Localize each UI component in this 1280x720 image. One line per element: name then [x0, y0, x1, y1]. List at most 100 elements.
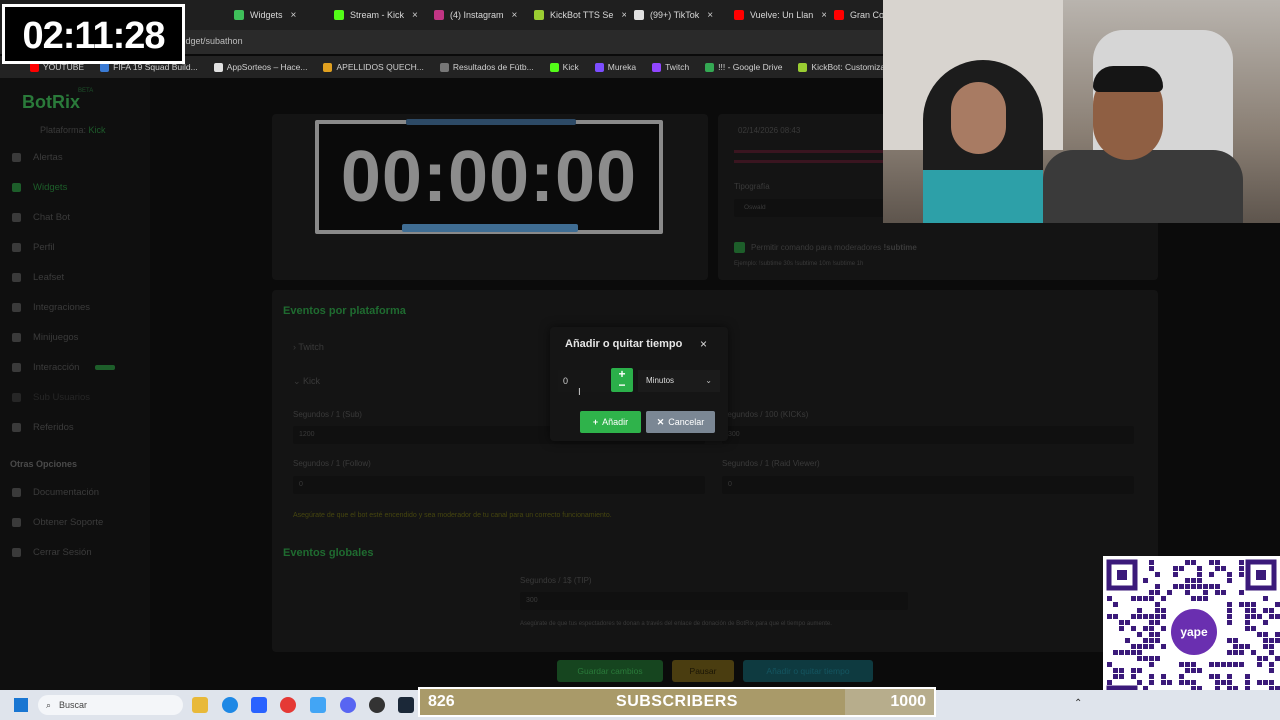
windows-start-icon[interactable] [14, 698, 28, 712]
field-raid-input[interactable]: 0 [722, 476, 1134, 494]
taskbar-search[interactable]: ⌕ Buscar [38, 695, 183, 715]
qr-module [1227, 638, 1232, 643]
browser-tab[interactable]: Widgets × [226, 0, 326, 30]
qr-module [1179, 680, 1184, 685]
bookmark-item[interactable]: Twitch [652, 62, 689, 72]
sidebar-item-label: Referidos [33, 422, 74, 433]
bookmark-item[interactable]: KickBot: Customiza... [798, 62, 892, 72]
browser-tab[interactable]: (99+) TikTok × [626, 0, 726, 30]
sidebar-item-soporte[interactable]: Obtener Soporte [12, 517, 103, 528]
kick-accordion[interactable]: ⌄ Kick [293, 376, 320, 387]
minus-icon[interactable]: − [611, 379, 633, 391]
field-sub-label: Segundos / 1 (Sub) [293, 410, 362, 419]
sidebar-item-integraciones[interactable]: Integraciones [12, 302, 90, 313]
time-unit-select[interactable]: Minutos ⌄ [638, 370, 720, 392]
qr-module [1119, 674, 1124, 679]
sidebar-item-alertas[interactable]: Alertas [12, 152, 63, 163]
qr-module [1209, 584, 1214, 589]
gamepad-icon [12, 333, 21, 342]
sidebar-item-cerrar-sesion[interactable]: Cerrar Sesión [12, 547, 92, 558]
subscriber-goal-bar: 826 SUBSCRIBERS 1000 [418, 687, 936, 717]
close-icon[interactable]: × [512, 10, 518, 21]
bookmark-item[interactable]: AppSorteos – Hace... [213, 62, 308, 72]
qr-module [1221, 566, 1226, 571]
tab-favicon-icon [734, 10, 744, 20]
cancel-button[interactable]: ✕ Cancelar [646, 411, 715, 433]
edge-icon[interactable] [222, 697, 238, 713]
font-select[interactable]: Oswald [734, 199, 884, 217]
field-kicks-label: Segundos / 100 (KICKs) [722, 410, 809, 419]
qr-module [1209, 572, 1214, 577]
sidebar-item-widgets[interactable]: Widgets [12, 182, 67, 193]
browser-tab[interactable]: (4) Instagram × [426, 0, 526, 30]
sidebar-item-chatbot[interactable]: Chat Bot [12, 212, 70, 223]
folder-icon[interactable] [192, 697, 208, 713]
bookmark-item[interactable]: APELLIDOS QUECH... [323, 62, 424, 72]
close-icon[interactable]: × [412, 10, 418, 21]
sidebar-item-subusuarios[interactable]: Sub Usuarios [12, 392, 90, 403]
timer-preview-text: 00:00:00 [340, 137, 638, 217]
platform-events-heading: Eventos por plataforma [283, 305, 406, 317]
bookmark-label: Kick [562, 62, 579, 72]
time-stepper[interactable]: + − [611, 368, 633, 392]
qr-module [1239, 644, 1244, 649]
pause-button[interactable]: Pausar [672, 660, 734, 682]
date-value[interactable]: 02/14/2026 08:43 [738, 126, 800, 135]
close-icon[interactable]: × [700, 337, 707, 351]
bookmark-item[interactable]: Kick [549, 62, 579, 72]
field-tip-input[interactable]: 300 [520, 592, 908, 610]
qr-module [1191, 560, 1196, 565]
sidebar-item-label: Interacción [33, 362, 80, 373]
bookmark-item[interactable]: Resultados de Fútb... [439, 62, 534, 72]
store-icon[interactable] [251, 697, 267, 713]
bookmark-label: AppSorteos – Hace... [226, 62, 308, 72]
time-amount-input[interactable] [558, 370, 610, 392]
qr-module [1137, 680, 1142, 685]
browser-tab[interactable]: Stream - Kick × [326, 0, 426, 30]
browser-tab[interactable]: KickBot TTS Se × [526, 0, 626, 30]
add-time-button[interactable]: + Añadir [580, 411, 641, 433]
chevron-up-icon[interactable]: ⌃ [1074, 698, 1082, 709]
field-kicks-input[interactable]: 300 [722, 426, 1134, 444]
bookmark-item[interactable]: Mureka [594, 62, 636, 72]
mod-checkbox[interactable] [734, 242, 745, 253]
qr-module [1197, 566, 1202, 571]
close-icon[interactable]: × [291, 10, 297, 21]
field-follow-input[interactable]: 0 [293, 476, 705, 494]
qr-module [1263, 656, 1268, 661]
save-changes-button[interactable]: Guardar cambios [557, 660, 663, 682]
bookmark-item[interactable]: !!! - Google Drive [705, 62, 782, 72]
sidebar-item-referidos[interactable]: Referidos [12, 422, 74, 433]
sidebar-item-leafset[interactable]: Leafset [12, 272, 64, 283]
close-icon[interactable]: × [707, 10, 713, 21]
discord-icon[interactable] [340, 697, 356, 713]
info-line [734, 160, 884, 163]
beta-badge: BETA [78, 88, 94, 94]
qr-module [1143, 614, 1148, 619]
botrix-logo[interactable]: BotRix [22, 92, 80, 113]
twitch-accordion[interactable]: › Twitch [293, 342, 324, 352]
obs-icon[interactable] [369, 697, 385, 713]
sidebar-item-documentacion[interactable]: Documentación [12, 487, 99, 498]
chrome-icon[interactable] [280, 697, 296, 713]
add-remove-time-button[interactable]: Añadir o quitar tiempo [743, 660, 873, 682]
kick-label: Kick [303, 376, 321, 386]
sidebar-item-perfil[interactable]: Perfil [12, 242, 55, 253]
user-icon [12, 243, 21, 252]
qr-module [1275, 602, 1280, 607]
sidebar-item-minijuegos[interactable]: Minijuegos [12, 332, 78, 343]
steam-icon[interactable] [398, 697, 414, 713]
qr-module [1149, 638, 1154, 643]
qr-module [1239, 662, 1244, 667]
qr-module [1185, 668, 1190, 673]
browser-tab[interactable]: Vuelve: Un Llan × [726, 0, 826, 30]
field-tip-label: Segundos / 1$ (TIP) [520, 576, 592, 585]
qr-module [1269, 650, 1274, 655]
qr-module [1215, 584, 1220, 589]
qr-module [1155, 608, 1160, 613]
sidebar-item-interaccion[interactable]: Interacción [12, 362, 116, 373]
qr-module [1137, 614, 1142, 619]
qr-module [1227, 614, 1232, 619]
app-icon[interactable] [310, 697, 326, 713]
qr-module [1137, 644, 1142, 649]
